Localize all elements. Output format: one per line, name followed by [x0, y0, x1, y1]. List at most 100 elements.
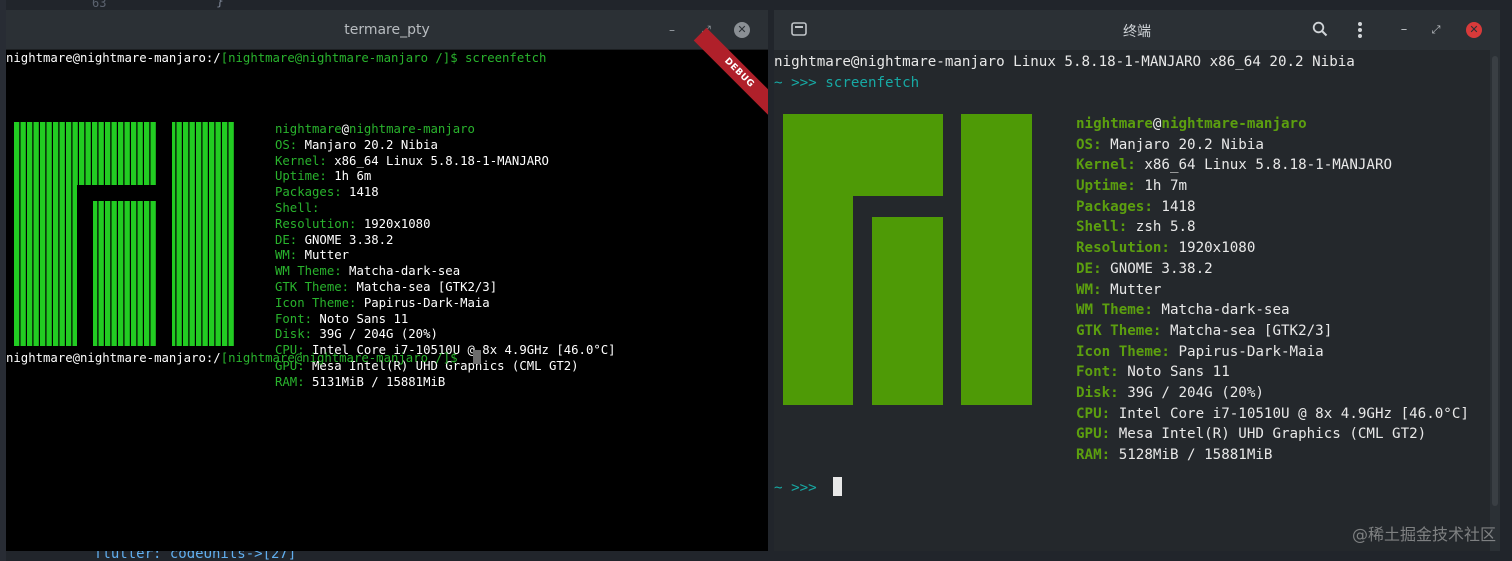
info-key: Icon Theme:: [275, 295, 364, 310]
info-row: Icon Theme: Papirus-Dark-Maia: [275, 296, 616, 312]
gnome-terminal-window[interactable]: 终端 – ⤢ ✕ nightmare@nightmare-manjaro Lin…: [774, 10, 1500, 551]
info-row: Font: Noto Sans 11: [1076, 362, 1469, 383]
info-value: 5128MiB / 15881MiB: [1118, 447, 1273, 463]
right-prompt-line-2[interactable]: ~ >>>: [774, 477, 843, 499]
manjaro-logo-icon: [14, 122, 235, 346]
info-row: WM Theme: Matcha-dark-sea: [1076, 300, 1469, 321]
search-icon[interactable]: [1310, 21, 1330, 39]
left-terminal-output[interactable]: nightmare@nightmare-manjaro:/[nightmare@…: [6, 50, 768, 551]
info-value: 1418: [1161, 198, 1196, 215]
info-row: Disk: 39G / 204G (20%): [275, 327, 616, 343]
scrollbar[interactable]: [1490, 50, 1500, 551]
info-row: OS: Manjaro 20.2 Nibia: [275, 138, 616, 154]
info-value: 39G / 204G (20%): [1127, 384, 1264, 401]
info-value: Mutter: [1110, 281, 1162, 298]
info-value: GNOME 3.38.2: [1110, 260, 1213, 277]
info-row: WM: Mutter: [1076, 280, 1469, 301]
info-value: 1920x1080: [1178, 240, 1256, 257]
left-window-title: termare_pty: [344, 22, 430, 38]
info-value: Manjaro 20.2 Nibia: [1110, 136, 1264, 153]
info-value: Intel Core i7-10510U @ 8x 4.9GHz [46.0°C…: [1118, 405, 1469, 422]
info-key: WM Theme:: [1076, 302, 1162, 319]
info-row: Shell:: [275, 201, 616, 217]
info-value: Mutter: [304, 248, 350, 263]
info-row: Uptime: 1h 6m: [275, 169, 616, 185]
right-info-block: nightmare@nightmare-manjaro OS: Manjaro …: [1076, 114, 1469, 466]
info-row: DE: GNOME 3.38.2: [275, 233, 616, 249]
menu-kebab-icon[interactable]: [1350, 21, 1370, 39]
info-value: Matcha-sea [GTK2/3]: [1169, 322, 1333, 339]
close-button[interactable]: ✕: [734, 22, 750, 38]
info-row: Kernel: x86_64 Linux 5.8.18-1-MANJARO: [275, 154, 616, 170]
info-value: Noto Sans 11: [1127, 364, 1230, 381]
info-key: RAM:: [1076, 447, 1119, 463]
right-terminal-output[interactable]: nightmare@nightmare-manjaro Linux 5.8.18…: [774, 50, 1490, 551]
left-prompt-line-2[interactable]: nightmare@nightmare-manjaro:/[nightmare@…: [6, 350, 482, 367]
info-value: 1920x1080: [363, 216, 431, 231]
info-value: 1418: [349, 185, 379, 200]
prompt-user-host: nightmare@nightmare-manjaro:/: [6, 51, 221, 65]
info-value: x86_64 Linux 5.8.18-1-MANJARO: [1144, 157, 1393, 174]
info-key: Icon Theme:: [1076, 343, 1179, 360]
info-key: CPU:: [1076, 405, 1119, 422]
info-value: Noto Sans 11: [319, 311, 409, 326]
info-key: Font:: [275, 311, 320, 326]
info-row: OS: Manjaro 20.2 Nibia: [1076, 135, 1469, 156]
info-userhost: nightmare@nightmare-manjaro: [1076, 116, 1307, 132]
scrollbar-thumb[interactable]: [1492, 56, 1498, 506]
info-key: OS:: [1076, 136, 1111, 153]
command-text: screenfetch: [825, 75, 920, 91]
info-key: GTK Theme:: [275, 279, 357, 294]
info-value: 1h 6m: [334, 169, 372, 184]
info-key: Disk:: [1076, 384, 1128, 401]
info-key: WM Theme:: [275, 264, 350, 279]
info-row: Font: Noto Sans 11: [275, 312, 616, 328]
info-row: GTK Theme: Matcha-sea [GTK2/3]: [275, 280, 616, 296]
info-row: Resolution: 1920x1080: [275, 217, 616, 233]
info-row: DE: GNOME 3.38.2: [1076, 259, 1469, 280]
right-prompt-line: ~ >>> screenfetch: [774, 75, 920, 91]
info-row: GTK Theme: Matcha-sea [GTK2/3]: [1076, 321, 1469, 342]
minimize-button[interactable]: –: [664, 22, 680, 38]
info-row: Uptime: 1h 7m: [1076, 176, 1469, 197]
info-row: Resolution: 1920x1080: [1076, 238, 1469, 259]
right-titlebar[interactable]: 终端 – ⤢ ✕: [774, 10, 1500, 50]
info-key: Shell:: [275, 200, 327, 215]
info-userhost: nightmare@nightmare-manjaro: [275, 122, 475, 136]
info-key: GPU:: [1076, 426, 1119, 443]
close-button[interactable]: ✕: [1466, 22, 1482, 38]
info-key: OS:: [275, 137, 305, 152]
command-text: screenfetch: [465, 51, 547, 65]
maximize-button[interactable]: ⤢: [1428, 21, 1444, 39]
editor-line-number: 63: [92, 0, 107, 10]
info-row: Kernel: x86_64 Linux 5.8.18-1-MANJARO: [1076, 155, 1469, 176]
info-key: Resolution:: [275, 216, 364, 231]
info-key: RAM:: [275, 374, 313, 389]
info-value: 5131MiB / 15881MiB: [312, 374, 446, 389]
info-row: Shell: zsh 5.8: [1076, 217, 1469, 238]
watermark: @稀土掘金技术社区: [1351, 525, 1496, 544]
prompt-bracket: [nightmare@nightmare-manjaro /]$: [220, 51, 466, 65]
manjaro-logo-icon: [783, 114, 1032, 405]
info-row: Packages: 1418: [275, 185, 616, 201]
info-key: Disk:: [275, 327, 320, 342]
info-key: Font:: [1076, 364, 1128, 381]
info-row: RAM: 5128MiB / 15881MiB: [1076, 445, 1469, 466]
info-value: Matcha-dark-sea: [349, 264, 461, 279]
info-value: 39G / 204G (20%): [319, 327, 438, 342]
info-key: WM:: [1076, 281, 1111, 298]
info-row: CPU: Intel Core i7-10510U @ 8x 4.9GHz [4…: [1076, 404, 1469, 425]
info-key: WM:: [275, 248, 305, 263]
info-value: Manjaro 20.2 Nibia: [304, 137, 438, 152]
minimize-button[interactable]: –: [1396, 21, 1412, 39]
left-prompt-line: nightmare@nightmare-manjaro:/[nightmare@…: [6, 51, 546, 67]
termare-pty-window[interactable]: termare_pty – ⤢ ✕ DEBUG nightmare@nightm…: [6, 10, 768, 551]
left-titlebar[interactable]: termare_pty – ⤢ ✕: [6, 10, 768, 50]
info-key: GTK Theme:: [1076, 322, 1170, 339]
editor-code-top: }: [216, 0, 224, 9]
info-row: RAM: 5131MiB / 15881MiB: [275, 375, 616, 391]
info-key: Packages:: [1076, 198, 1162, 215]
text-cursor: [473, 350, 482, 364]
info-value: zsh 5.8: [1135, 219, 1196, 236]
info-row: WM Theme: Matcha-dark-sea: [275, 264, 616, 280]
